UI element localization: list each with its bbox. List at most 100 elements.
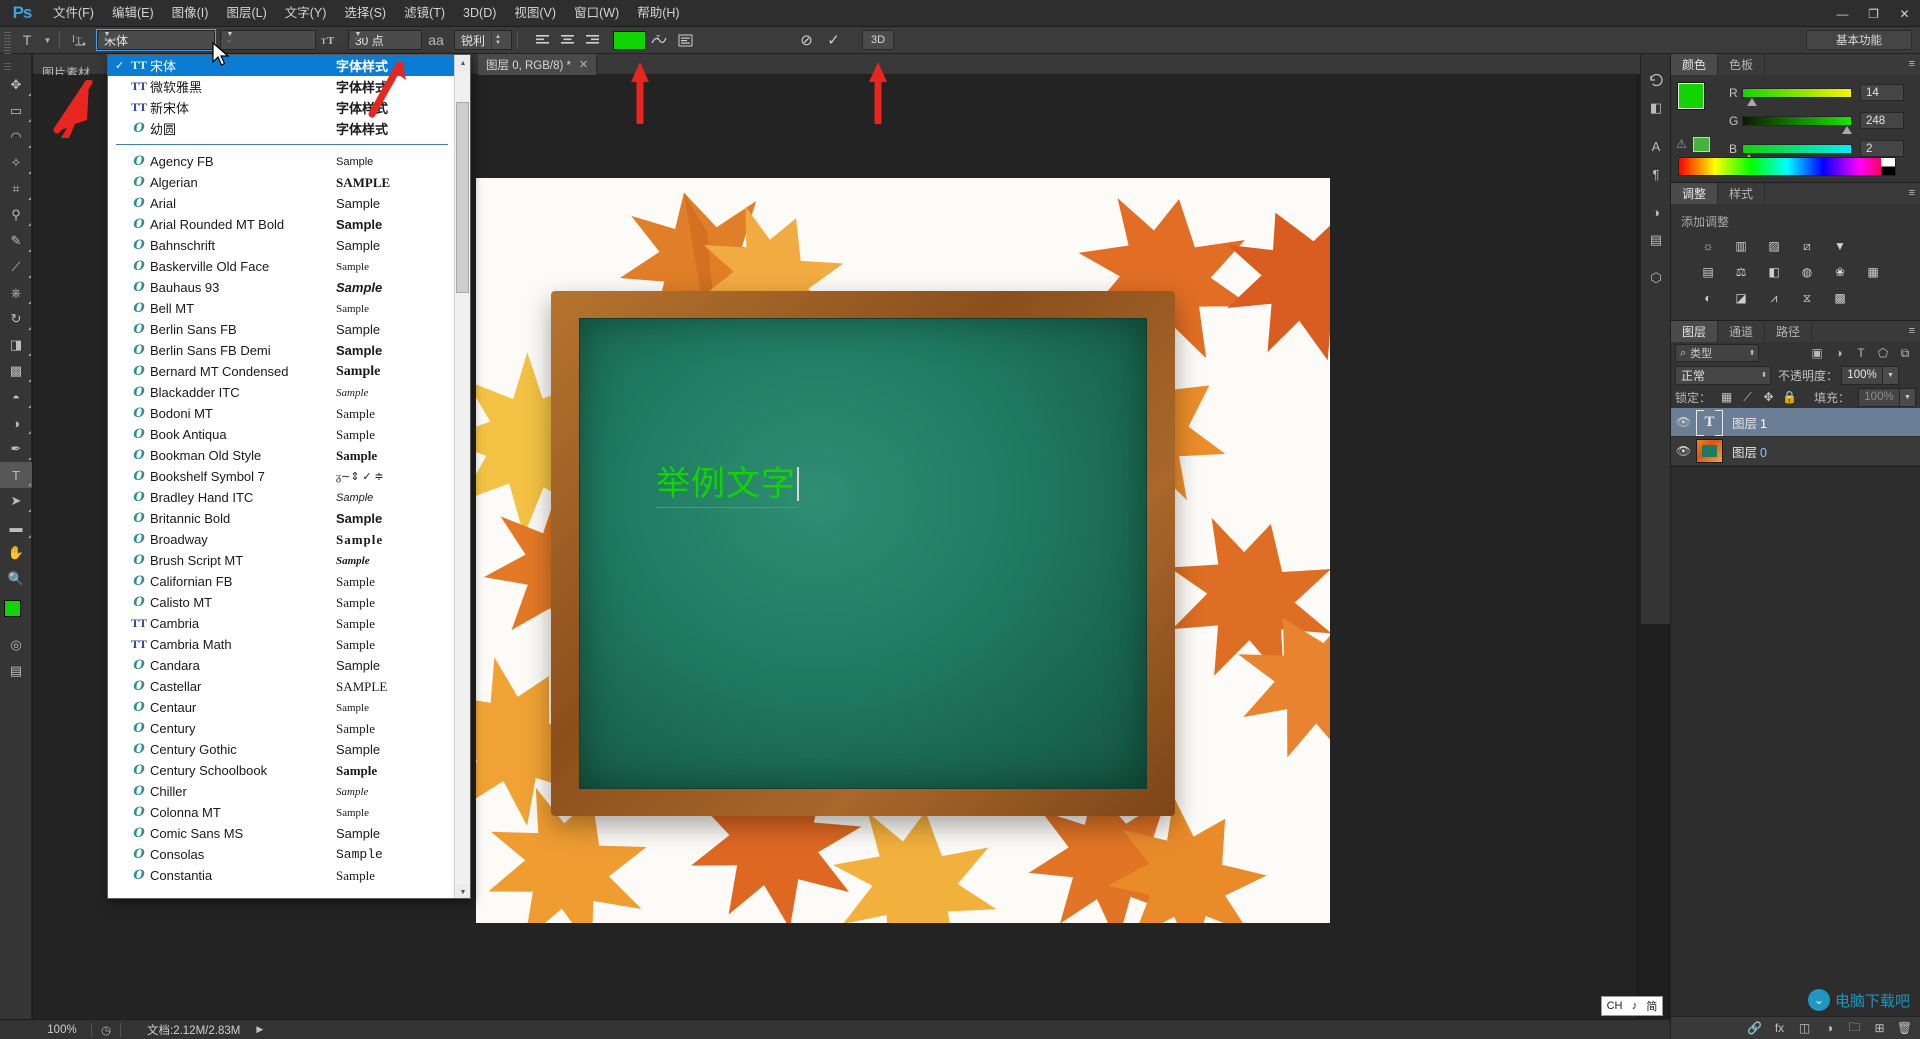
adjustment-filter-icon[interactable]: ◑	[1828, 344, 1850, 362]
vibrance-icon[interactable]: ▼	[1828, 236, 1852, 256]
font-list-item[interactable]: O Berlin Sans FB Sample	[108, 319, 456, 340]
align-left-icon[interactable]	[530, 30, 555, 51]
font-list-item[interactable]: O Baskerville Old Face Sample	[108, 256, 456, 277]
font-family-combo[interactable]: 宋体 ▼	[96, 29, 216, 51]
font-list-item[interactable]: O Agency FB Sample	[108, 151, 456, 172]
workspace-selector[interactable]: 基本功能	[1806, 30, 1912, 50]
font-list-item[interactable]: O Bookman Old Style Sample	[108, 445, 456, 466]
blend-mode-chevron-icon[interactable]: ⬍	[1761, 371, 1767, 379]
curves-icon[interactable]: ▨	[1762, 236, 1786, 256]
font-list-item[interactable]: O Bell MT Sample	[108, 298, 456, 319]
ime-indicator[interactable]: CH ♪ 简	[1601, 996, 1663, 1016]
font-list-item[interactable]: O Californian FB Sample	[108, 571, 456, 592]
color-balance-icon[interactable]: ⚖	[1729, 262, 1753, 282]
delete-layer-icon[interactable]: 🗑	[1892, 1017, 1917, 1039]
tool-gradient[interactable]: ▩	[0, 358, 32, 384]
pixel-filter-icon[interactable]: ▣	[1806, 344, 1828, 362]
scroll-up-icon[interactable]: ▲	[455, 55, 470, 71]
document-tab[interactable]: 图层 0, RGB/8) * ✕	[478, 54, 598, 75]
layer-mask-icon[interactable]: ◫	[1792, 1017, 1817, 1039]
font-list-item[interactable]: O Berlin Sans FB Demi Sample	[108, 340, 456, 361]
font-list-item[interactable]: O Algerian SAMPLE	[108, 172, 456, 193]
warp-text-icon[interactable]: T	[646, 30, 672, 51]
gamut-warning-swatch[interactable]	[1693, 137, 1710, 152]
tool-type[interactable]: T	[0, 462, 32, 488]
color-lookup-icon[interactable]: ▦	[1861, 262, 1885, 282]
tool-zoom[interactable]: 🔍	[0, 566, 32, 592]
tab-styles[interactable]: 样式	[1718, 183, 1766, 204]
screen-mode-icon[interactable]: ▤	[0, 658, 32, 684]
green-slider-knob[interactable]	[1842, 125, 1853, 134]
font-list-item[interactable]: O Castellar SAMPLE	[108, 676, 456, 697]
tool-crop[interactable]: ⌗	[0, 176, 32, 202]
font-list[interactable]: ✓ TT 宋体 字体样式 TT 微软雅黑 字体样式 TT 新宋体 字体样式 O 幼圆 字体样式 O Age…	[108, 55, 456, 898]
lock-position-icon[interactable]: ✥	[1758, 388, 1779, 406]
tool-dodge[interactable]: ◑	[0, 410, 32, 436]
menu-image[interactable]: 图像(I)	[163, 0, 218, 27]
font-list-item[interactable]: O Centaur Sample	[108, 697, 456, 718]
font-list-item[interactable]: O Chiller Sample	[108, 781, 456, 802]
text-color-swatch[interactable]	[613, 30, 646, 50]
layer-visibility-icon[interactable]: 👁	[1671, 444, 1696, 458]
tool-path-select[interactable]: ➤	[0, 488, 32, 514]
scroll-down-icon[interactable]: ▼	[455, 884, 470, 898]
scrollbar-thumb[interactable]	[456, 102, 469, 293]
new-group-icon[interactable]: 🗀	[1842, 1017, 1867, 1039]
menu-window[interactable]: 窗口(W)	[565, 0, 628, 27]
character-panel-mini-icon[interactable]: A	[1641, 132, 1671, 160]
zoom-level[interactable]: 100%	[33, 1024, 91, 1036]
new-layer-icon[interactable]: ⊞	[1867, 1017, 1892, 1039]
tab-swatches[interactable]: 色板	[1718, 54, 1766, 75]
tool-clone-stamp[interactable]: ⎈	[0, 280, 32, 306]
color-foreground-swatch[interactable]	[1677, 82, 1705, 110]
lock-all-icon[interactable]: 🔒	[1779, 388, 1800, 406]
ime-mode-icon[interactable]: ♪	[1632, 1000, 1638, 1012]
link-layers-icon[interactable]: 🔗	[1742, 1017, 1767, 1039]
gradient-map-icon[interactable]: ▩	[1828, 288, 1852, 308]
opacity-chevron-icon[interactable]: ▼	[1883, 365, 1900, 385]
document-info-icon[interactable]: ◷	[92, 1023, 120, 1037]
tool-marquee[interactable]: ▭	[0, 98, 32, 124]
foreground-background-colors[interactable]	[0, 598, 32, 632]
cancel-edit-icon[interactable]: ⊘	[793, 30, 820, 51]
layer-thumbnail-image[interactable]	[1696, 439, 1723, 463]
minimize-button[interactable]: —	[1827, 0, 1858, 27]
font-list-item[interactable]: O Calisto MT Sample	[108, 592, 456, 613]
menu-view[interactable]: 视图(V)	[505, 0, 565, 27]
font-list-item[interactable]: O Candara Sample	[108, 655, 456, 676]
lock-image-icon[interactable]: ⟋	[1737, 388, 1758, 406]
font-list-item[interactable]: O Broadway Sample	[108, 529, 456, 550]
font-list-item[interactable]: O Book Antiqua Sample	[108, 424, 456, 445]
tab-color[interactable]: 颜色	[1671, 54, 1719, 75]
adjustments-panel-menu-icon[interactable]: ≡	[1909, 187, 1915, 199]
color-spectrum-bar[interactable]	[1678, 157, 1896, 176]
gamut-warning-icon[interactable]: ⚠	[1676, 137, 1687, 151]
tool-preset-chevron-icon[interactable]: ▼	[41, 29, 54, 51]
styles-panel-icon[interactable]: ▤	[1641, 226, 1671, 254]
font-list-item[interactable]: O Britannic Bold Sample	[108, 508, 456, 529]
layer-visibility-icon[interactable]: 👁	[1671, 415, 1696, 429]
fill-value[interactable]: 100%	[1858, 387, 1900, 407]
font-list-scrollbar[interactable]: ▲ ▼	[454, 55, 470, 898]
font-list-item[interactable]: O Bauhaus 93 Sample	[108, 277, 456, 298]
tool-healing-brush[interactable]: ✎	[0, 228, 32, 254]
red-value[interactable]: 14	[1860, 84, 1904, 101]
font-list-item[interactable]: TT Cambria Math Sample	[108, 634, 456, 655]
menu-layer[interactable]: 图层(L)	[217, 0, 275, 27]
layer-filter-chevron-icon[interactable]: ⬍	[1749, 349, 1755, 357]
layers-panel-menu-icon[interactable]: ≡	[1909, 325, 1915, 337]
maximize-button[interactable]: ❐	[1858, 0, 1889, 27]
chalkboard-surface[interactable]	[579, 318, 1147, 789]
tool-move[interactable]: ✥	[0, 72, 32, 98]
tool-brush[interactable]: ⟋	[0, 254, 32, 280]
align-center-icon[interactable]	[555, 30, 580, 51]
levels-icon[interactable]: ▥	[1729, 236, 1753, 256]
adjustments-panel-icon[interactable]: ◑	[1641, 198, 1671, 226]
tool-hand[interactable]: ✋	[0, 540, 32, 566]
menu-type[interactable]: 文字(Y)	[276, 0, 336, 27]
align-right-icon[interactable]	[580, 30, 605, 51]
layer-style-icon[interactable]: fx	[1767, 1017, 1792, 1039]
invert-icon[interactable]: ◐	[1696, 288, 1720, 308]
font-list-item[interactable]: O Century Schoolbook Sample	[108, 760, 456, 781]
layer-row-text[interactable]: 👁 T 图层 1	[1671, 408, 1920, 437]
